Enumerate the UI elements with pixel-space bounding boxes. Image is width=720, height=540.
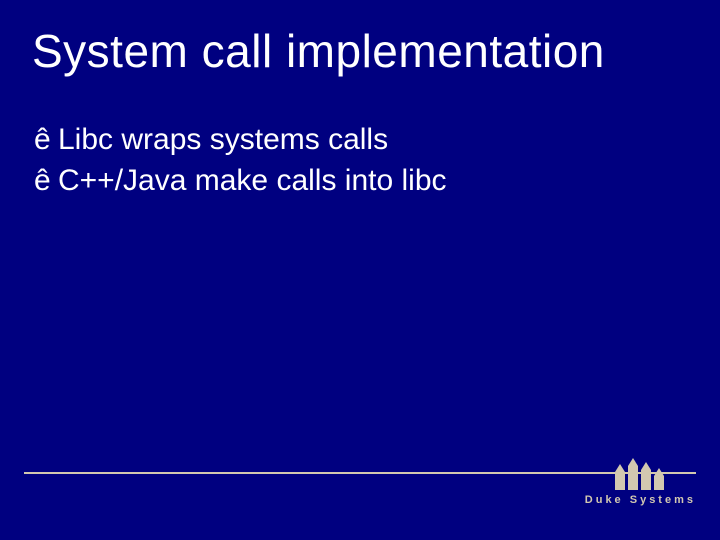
slide-title: System call implementation: [32, 24, 688, 78]
brand-logo-icon: [613, 456, 667, 490]
bullet-list: ê Libc wraps systems calls ê C++/Java ma…: [32, 120, 688, 201]
bullet-text: C++/Java make calls into libc: [58, 161, 447, 202]
brand-logo: Duke Systems: [585, 456, 696, 506]
bullet-item: ê C++/Java make calls into libc: [34, 161, 688, 202]
bullet-item: ê Libc wraps systems calls: [34, 120, 688, 161]
slide: System call implementation ê Libc wraps …: [0, 0, 720, 540]
brand-name: Duke Systems: [585, 494, 696, 506]
bullet-text: Libc wraps systems calls: [58, 120, 388, 161]
bullet-marker: ê: [34, 161, 58, 202]
bullet-marker: ê: [34, 120, 58, 161]
slide-footer: Duke Systems: [24, 450, 696, 506]
